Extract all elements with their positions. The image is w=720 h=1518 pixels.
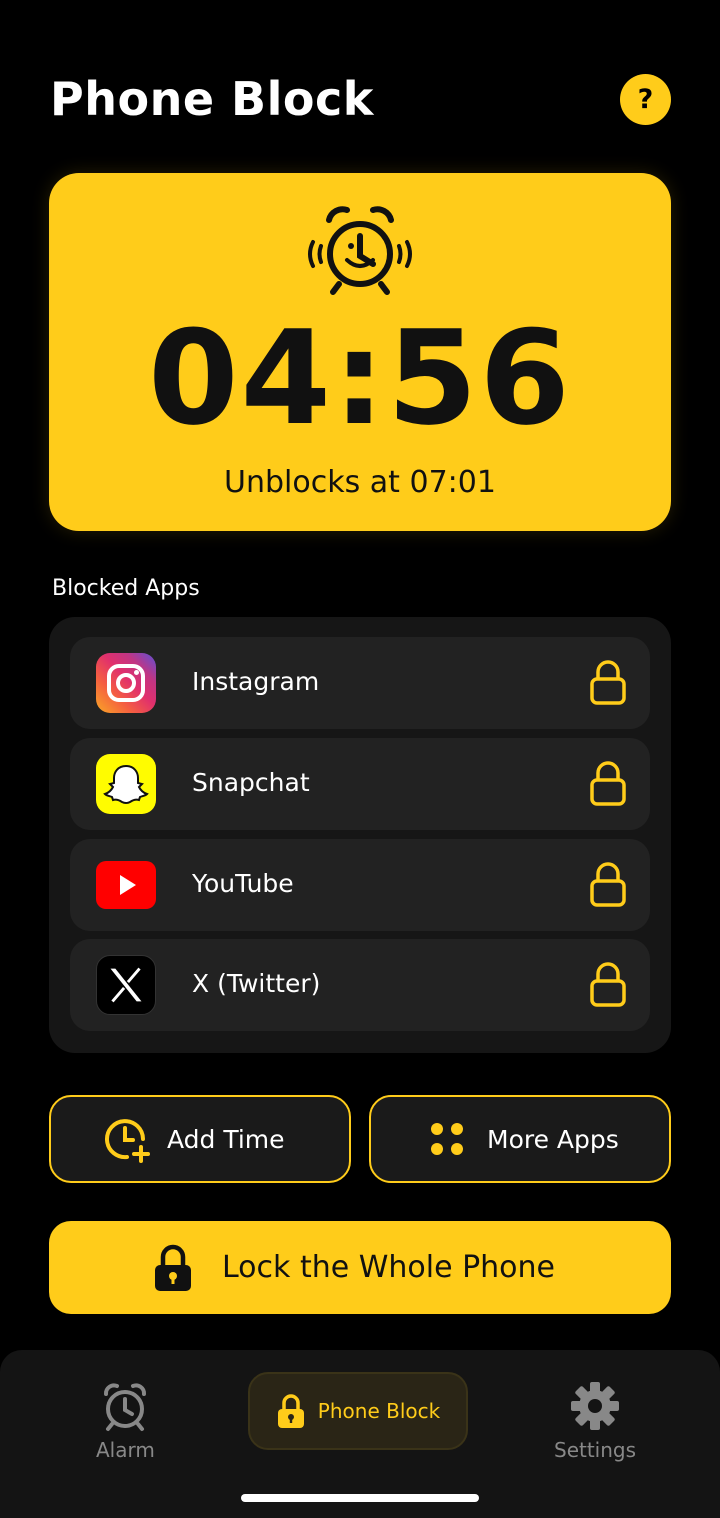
timer-card: 04:56 Unblocks at 07:01 — [49, 173, 671, 531]
more-apps-button[interactable]: More Apps — [369, 1095, 671, 1183]
x-twitter-icon — [96, 955, 156, 1015]
gear-icon — [571, 1382, 620, 1430]
app-name: Instagram — [192, 667, 320, 696]
app-row-instagram[interactable]: Instagram — [70, 637, 650, 729]
padlock-icon — [277, 1394, 304, 1428]
alarm-clock-icon — [104, 1383, 147, 1431]
snapchat-icon — [96, 754, 156, 814]
home-indicator — [241, 1494, 479, 1502]
nav-label-alarm: Alarm — [96, 1438, 155, 1462]
grid-icon — [431, 1123, 463, 1155]
clock-plus-icon — [105, 1119, 150, 1163]
app-name: Snapchat — [192, 768, 310, 797]
nav-item-alarm[interactable]: Alarm — [96, 1380, 155, 1462]
lock-icon[interactable] — [588, 861, 628, 909]
padlock-icon — [155, 1244, 191, 1291]
help-button[interactable]: ? — [620, 74, 671, 125]
app-row-snapchat[interactable]: Snapchat — [70, 738, 650, 830]
lock-icon[interactable] — [588, 961, 628, 1009]
app-name: YouTube — [192, 869, 294, 898]
blocked-apps-list: Instagram Snapchat YouTube X (Twitter) — [49, 617, 671, 1053]
blocked-apps-heading: Blocked Apps — [52, 576, 200, 601]
lock-icon[interactable] — [588, 659, 628, 707]
more-apps-label: More Apps — [487, 1124, 619, 1154]
unblock-time-label: Unblocks at 07:01 — [49, 465, 671, 500]
page-title: Phone Block — [50, 72, 374, 126]
lock-icon[interactable] — [588, 760, 628, 808]
nav-label-phone-block: Phone Block — [317, 1399, 441, 1423]
bottom-nav: Alarm Phone Block Settings — [0, 1350, 720, 1518]
alarm-clock-icon — [308, 206, 412, 295]
app-row-youtube[interactable]: YouTube — [70, 839, 650, 931]
unblock-prefix: Unblocks at — [224, 465, 400, 500]
countdown-timer: 04:56 — [148, 302, 572, 454]
youtube-icon — [96, 855, 156, 915]
app-row-x-twitter[interactable]: X (Twitter) — [70, 939, 650, 1031]
add-time-label: Add Time — [167, 1124, 285, 1154]
add-time-button[interactable]: Add Time — [49, 1095, 351, 1183]
instagram-icon — [96, 653, 156, 713]
lock-whole-phone-label: Lock the Whole Phone — [222, 1250, 556, 1285]
app-name: X (Twitter) — [192, 969, 321, 998]
unblock-time: 07:01 — [409, 465, 496, 500]
lock-whole-phone-button[interactable]: Lock the Whole Phone — [49, 1221, 671, 1314]
nav-label-settings: Settings — [554, 1438, 637, 1462]
nav-item-phone-block[interactable]: Phone Block — [248, 1372, 468, 1450]
nav-item-settings[interactable]: Settings — [554, 1380, 636, 1462]
